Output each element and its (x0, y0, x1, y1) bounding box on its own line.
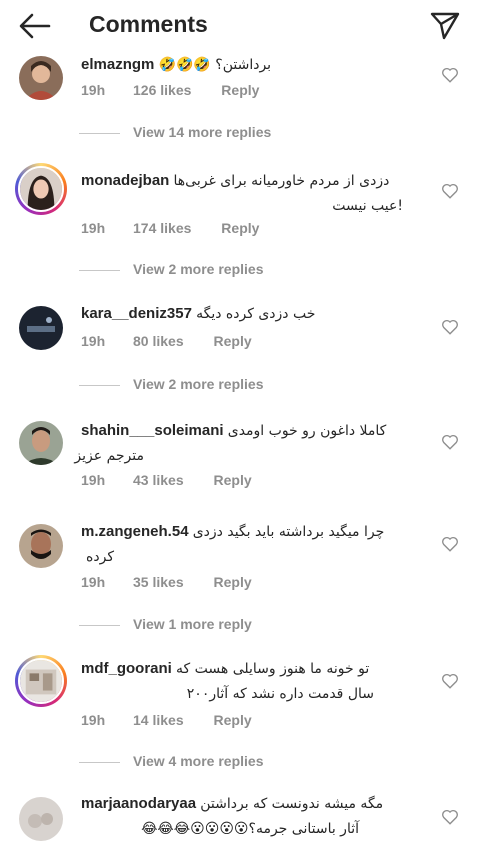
comment-text: خب دزدی کرده دیگه (196, 306, 316, 322)
comment-username[interactable]: monadejban (81, 172, 169, 189)
comment-text: مگه میشه ندونست که برداشتن (200, 796, 384, 812)
comment-text-line2: کرده (86, 549, 114, 565)
divider (79, 385, 120, 386)
comment-likes[interactable]: 126 likes (133, 82, 191, 98)
comment-likes[interactable]: 43 likes (133, 472, 184, 488)
avatar[interactable] (19, 306, 63, 350)
view-more-replies[interactable]: View 4 more replies (79, 752, 379, 772)
reply-button[interactable]: Reply (221, 82, 259, 98)
comment-likes[interactable]: 80 likes (133, 333, 184, 349)
divider (79, 762, 120, 763)
comment-likes[interactable]: 174 likes (133, 220, 191, 236)
avatar[interactable] (15, 655, 67, 707)
comment-text-line2: آثار باستانی جرمه؟😮😮😮😮😂😂😂 (141, 821, 359, 837)
comment-text: چرا میگید برداشته باید بگید دزدی (192, 524, 385, 540)
comment-text: کاملا داغون رو خوب اومدی (227, 423, 387, 439)
comment-username[interactable]: shahin___soleimani (81, 422, 224, 439)
comment-time: 19h (81, 712, 106, 728)
comment-username[interactable]: elmazngm (81, 56, 154, 73)
comment-text-line2: !عیب نیست (332, 198, 403, 214)
reply-button[interactable]: Reply (214, 574, 252, 590)
heart-icon[interactable] (441, 535, 459, 553)
avatar[interactable] (19, 56, 63, 100)
comment-username[interactable]: kara__deniz357 (81, 305, 192, 322)
heart-icon[interactable] (441, 672, 459, 690)
divider (79, 625, 120, 626)
avatar[interactable] (19, 421, 63, 465)
comment-text-line2: سال قدمت داره نشد که آثار۲۰۰ (186, 686, 374, 702)
comment-username[interactable]: m.zangeneh.54 (81, 523, 189, 540)
divider (79, 270, 120, 271)
view-more-replies[interactable]: View 1 more reply (79, 615, 379, 635)
divider (79, 133, 120, 134)
comment-text: دزدی از مردم خاورمیانه برای غربی‌ها (173, 173, 390, 189)
view-more-replies[interactable]: View 14 more replies (79, 123, 379, 143)
heart-icon[interactable] (441, 318, 459, 336)
avatar[interactable] (19, 797, 63, 841)
heart-icon[interactable] (441, 66, 459, 84)
view-more-replies[interactable]: View 2 more replies (79, 260, 379, 280)
comment-text: تو خونه ما هنوز وسایلی هست که (176, 661, 370, 677)
comment-time: 19h (81, 333, 106, 349)
comment-text-line2: مترجم عزیز (74, 448, 144, 464)
reply-button[interactable]: Reply (214, 712, 252, 728)
comment-time: 19h (81, 472, 106, 488)
comment-likes[interactable]: 14 likes (133, 712, 184, 728)
comment-username[interactable]: marjaanodaryaa (81, 795, 196, 812)
comment-likes[interactable]: 35 likes (133, 574, 184, 590)
reply-button[interactable]: Reply (221, 220, 259, 236)
page-title: Comments (89, 11, 208, 37)
comment-time: 19h (81, 574, 106, 590)
comment-time: 19h (81, 220, 106, 236)
avatar[interactable] (15, 163, 67, 215)
comment-time: 19h (81, 82, 106, 98)
heart-icon[interactable] (441, 808, 459, 826)
app-header: Comments (0, 0, 484, 52)
reply-button[interactable]: Reply (214, 472, 252, 488)
heart-icon[interactable] (441, 182, 459, 200)
heart-icon[interactable] (441, 433, 459, 451)
comment-text: برداشتن؟ 🤣🤣🤣 (158, 57, 272, 73)
comment-username[interactable]: mdf_goorani (81, 660, 172, 677)
arrow-left-icon[interactable] (18, 12, 52, 40)
avatar[interactable] (19, 524, 63, 568)
paper-plane-icon[interactable] (430, 10, 460, 40)
view-more-replies[interactable]: View 2 more replies (79, 375, 379, 395)
reply-button[interactable]: Reply (214, 333, 252, 349)
